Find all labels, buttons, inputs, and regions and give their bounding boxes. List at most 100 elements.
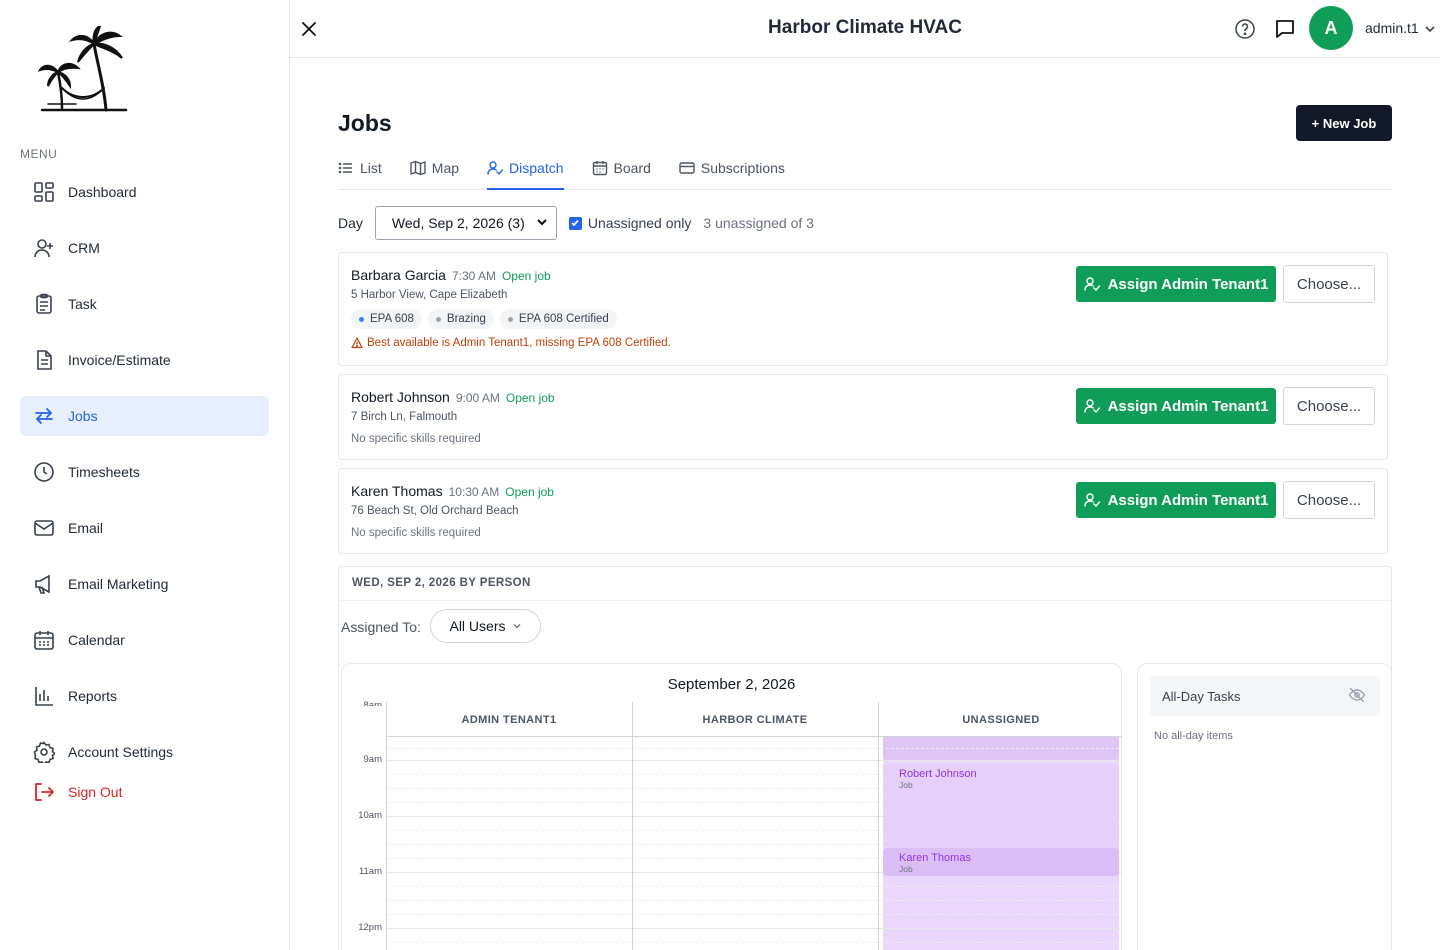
skills-note: No specific skills required [351,433,481,445]
dashboard-icon [32,180,56,204]
calendar-event[interactable]: Robert Johnson Job [883,764,1119,848]
person-check-icon [1083,492,1100,508]
skills-note: No specific skills required [351,527,481,539]
help-button[interactable] [1233,17,1257,41]
messages-button[interactable] [1273,17,1297,41]
divider [339,600,1391,601]
sidebar-item-dashboard[interactable]: Dashboard [20,172,269,212]
help-icon [1235,19,1255,39]
job-customer-name: Barbara Garcia [351,267,446,283]
assign-label: Assign Admin Tenant1 [1107,491,1269,509]
sidebar-item-crm[interactable]: CRM [20,228,269,268]
sidebar-item-task[interactable]: Task [20,284,269,324]
time-label: 9am [363,754,382,765]
sidebar-item-label: Email Marketing [68,576,169,592]
user-name[interactable]: admin.t1 [1365,20,1419,36]
sidebar-item-account-settings[interactable]: Account Settings [20,732,269,772]
calendar-icon [592,160,608,176]
calendar-section-title: WED, SEP 2, 2026 BY PERSON [352,577,531,589]
choose-assignee-button[interactable]: Choose... [1283,481,1375,519]
sidebar-item-label: Jobs [68,408,98,424]
tab-list[interactable]: List [338,148,382,188]
time-label: 11am [358,866,382,877]
event-title: Robert Johnson [899,768,977,780]
sidebar-item-label: Account Settings [68,744,174,760]
palm-tree-logo-icon[interactable] [37,24,138,116]
sidebar-item-label: CRM [68,240,100,256]
swap-arrows-icon [32,404,56,428]
tab-subscriptions[interactable]: Subscriptions [679,148,785,188]
assign-admin-button[interactable]: Assign Admin Tenant1 [1076,482,1276,518]
job-customer-name: Robert Johnson [351,389,450,405]
grid-line [386,914,1121,915]
job-time: 10:30 AM [448,485,500,499]
tab-label: Subscriptions [700,160,785,176]
job-status: Open job [501,269,551,283]
top-header: Harbor Climate HVAC A admin.t1 [290,0,1440,58]
time-label: 10am [358,810,382,821]
check-icon [571,219,580,227]
sidebar-item-label: Dashboard [68,184,137,200]
tab-board[interactable]: Board [592,148,651,188]
job-customer-name: Karen Thomas [351,483,443,499]
bar-chart-icon [32,684,56,708]
chip-label: EPA 608 [370,313,414,325]
add-user-icon [32,236,56,260]
sidebar-item-email[interactable]: Email [20,508,269,548]
assign-admin-button[interactable]: Assign Admin Tenant1 [1076,266,1276,302]
column-divider [386,702,387,950]
eye-off-icon[interactable] [1348,686,1366,707]
assigned-to-select[interactable]: All Users [430,609,541,643]
job-time: 7:30 AM [451,269,496,283]
unassigned-only-checkbox[interactable] [568,216,582,230]
sidebar-item-label: Invoice/Estimate [68,352,171,368]
skill-chips: EPA 608 Brazing EPA 608 Certified [351,309,623,329]
document-icon [32,348,56,372]
chip-label: EPA 608 Certified [518,313,609,325]
warning-icon [351,337,363,349]
time-label: 8am [363,700,382,706]
chat-icon [1276,20,1294,38]
sign-out-label: Sign Out [68,784,123,800]
skill-chip: EPA 608 [351,309,422,329]
sidebar-item-calendar[interactable]: Calendar [20,620,269,660]
card-icon [679,160,695,176]
sign-out-icon [32,780,56,804]
tab-dispatch[interactable]: Dispatch [487,148,564,190]
job-address: 7 Birch Ln, Falmouth [351,411,458,423]
sign-out-button[interactable]: Sign Out [20,772,269,812]
sidebar-item-jobs[interactable]: Jobs [20,396,269,436]
page-title: Jobs [338,110,392,136]
person-check-icon [1083,276,1100,292]
grid-line [386,748,1121,749]
sidebar-item-label: Timesheets [68,464,140,480]
choose-assignee-button[interactable]: Choose... [1283,265,1375,303]
clipboard-icon [32,292,56,316]
by-person-calendar-panel: WED, SEP 2, 2026 BY PERSON Assigned To: … [338,566,1392,950]
sidebar-item-timesheets[interactable]: Timesheets [20,452,269,492]
grid-line [386,760,1121,761]
sidebar-item-email-marketing[interactable]: Email Marketing [20,564,269,604]
sidebar-item-reports[interactable]: Reports [20,676,269,716]
megaphone-icon [32,572,56,596]
event-subtitle: Job [899,780,913,790]
assign-admin-button[interactable]: Assign Admin Tenant1 [1076,388,1276,424]
grid-line [386,900,1121,901]
new-job-button[interactable]: + New Job [1296,105,1392,141]
assign-label: Assign Admin Tenant1 [1107,275,1269,293]
unassigned-only-label[interactable]: Unassigned only [588,215,692,231]
sidebar-item-invoice-estimate[interactable]: Invoice/Estimate [20,340,269,380]
day-select[interactable]: Wed, Sep 2, 2026 (3) [374,206,557,240]
grid-line [386,942,1121,943]
calendar-event[interactable]: Karen Thomas Job [883,848,1119,876]
person-check-icon [487,160,504,176]
avatar[interactable]: A [1309,6,1353,50]
tab-map[interactable]: Map [410,148,459,188]
choose-assignee-button[interactable]: Choose... [1283,387,1375,425]
menu-label: MENU [20,147,58,161]
sidebar-item-label: Email [68,520,104,536]
column-header-admin-tenant1: ADMIN TENANT1 [461,714,557,726]
assignment-warning: Best available is Admin Tenant1, missing… [351,337,671,349]
sidebar-nav: Dashboard CRM Task Invoice/Estimate Jobs… [20,172,269,828]
chevron-down-icon[interactable] [1424,22,1436,40]
